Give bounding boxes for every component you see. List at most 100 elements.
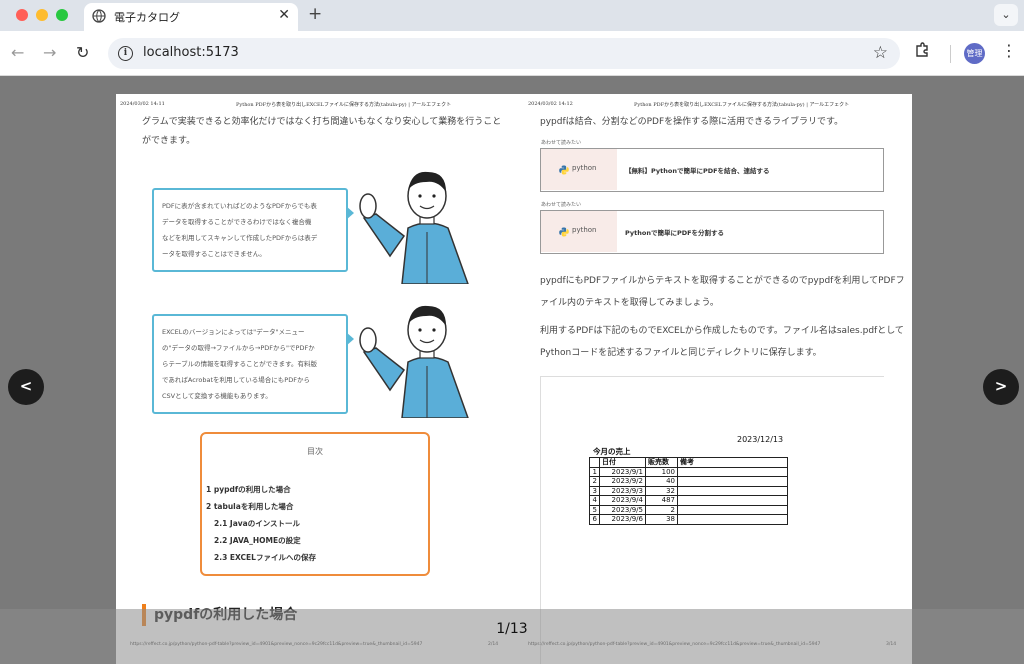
browser-menu-icon[interactable]: ⋮: [1001, 41, 1017, 60]
profile-avatar[interactable]: 管理: [964, 43, 985, 64]
right-page: 2024/03/02 14:12 Python PDFから表を取り出しEXCEL…: [514, 94, 912, 664]
table-cell: 4: [589, 495, 600, 506]
sales-table: 日付 販売数 備考 1 2023/9/1 100 2 2023/9/2 40 3…: [589, 457, 788, 525]
table-cell: [677, 504, 788, 515]
bubble-line: ータを取得することはできません。: [162, 250, 266, 258]
left-intro: グラムで実装できると効率化だけではなく打ち間違いもなくなり安心して業務を行うこと…: [142, 113, 501, 151]
related-link-card[interactable]: あわせて読みたい python Pythonで簡単にPDFを分割する: [540, 201, 884, 254]
link-card-title: 【無料】Pythonで簡単にPDFを結合、連結する: [625, 167, 770, 175]
table-row: 2 2023/9/2 40: [589, 476, 788, 487]
speech-bubble-2: EXCELのバージョンによっては"データ"メニュー の"データの取得→ファイルか…: [152, 314, 354, 414]
reload-button[interactable]: ↻: [76, 43, 89, 62]
table-cell: 40: [645, 476, 678, 487]
table-cell: 6: [589, 514, 600, 525]
globe-icon: [92, 9, 106, 23]
table-cell: 2: [589, 476, 600, 487]
right-paragraph-1: pypdfにもPDFファイルからテキストを取得することができるのでpypdfを利…: [540, 270, 905, 314]
table-row: 3 2023/9/3 32: [589, 485, 788, 496]
link-card-thumbnail: python: [541, 211, 617, 252]
right-header-date: 2024/03/02 14:12: [528, 101, 573, 107]
next-page-button[interactable]: >: [983, 369, 1019, 405]
toc-item[interactable]: 2 tabulaを利用した場合: [206, 501, 293, 512]
python-logo-icon: [559, 165, 569, 175]
url-text[interactable]: localhost:5173: [143, 45, 239, 60]
extensions-icon[interactable]: [914, 42, 930, 58]
tab-close-icon[interactable]: ✕: [278, 7, 290, 23]
link-card-title: Pythonで簡単にPDFを分割する: [625, 229, 725, 237]
table-cell: 487: [645, 495, 678, 506]
bubble-line: であればAcrobatを利用している場合にもPDFから: [162, 376, 310, 384]
sheet-title: 今月の売上: [593, 447, 631, 456]
table-cell: [677, 476, 788, 487]
table-cell: [677, 466, 788, 477]
table-header-cell: 日付: [599, 457, 646, 468]
link-card-label: あわせて読みたい: [541, 139, 585, 146]
tab-active[interactable]: 電子カタログ ✕: [84, 3, 298, 31]
related-link-card[interactable]: あわせて読みたい python 【無料】Pythonで簡単にPDFを結合、連結す…: [540, 139, 884, 192]
bubble-line: などを利用してスキャンして作成したPDFからは表デ: [162, 234, 318, 242]
close-window-button[interactable]: [16, 9, 28, 21]
toc-item[interactable]: 2.3 EXCELファイルへの保存: [214, 552, 316, 563]
bubble-line: CSVとして変換する機能もあります。: [162, 392, 272, 400]
catalog-viewer: 2024/03/02 14:11 Python PDFから表を取り出しEXCEL…: [0, 76, 1024, 664]
bubble-pointer: [346, 332, 354, 346]
table-cell: 2: [645, 504, 678, 515]
table-cell: 2023/9/6: [599, 514, 646, 525]
paragraph-line: 利用するPDFは下記のものでEXCELから作成したものです。ファイル名はsale…: [540, 326, 904, 336]
page-indicator-bar: 1/13: [0, 609, 1024, 664]
paragraph-line: ァイル内のテキストを取得してみましょう。: [540, 298, 719, 308]
toc-item[interactable]: 2.2 JAVA_HOMEの設定: [214, 535, 301, 546]
right-lead: pypdfは結合、分割などのPDFを操作する際に活用できるライブラリです。: [540, 117, 844, 127]
bookmark-star-icon[interactable]: ☆: [873, 43, 888, 63]
bubble-line: EXCELのバージョンによっては"データ"メニュー: [162, 328, 305, 336]
table-cell: 38: [645, 514, 678, 525]
right-header-title: Python PDFから表を取り出しEXCELファイルに保存する方法(tabul…: [634, 102, 850, 108]
bubble-line: データを取得することができるわけではなく複合機: [162, 218, 312, 226]
python-thumb-text: python: [572, 164, 597, 172]
table-cell: 2023/9/3: [599, 485, 646, 496]
maximize-window-button[interactable]: [56, 9, 68, 21]
toc-item[interactable]: 1 pypdfの利用した場合: [206, 484, 291, 495]
toc-title: 目次: [307, 447, 323, 456]
table-cell: [677, 514, 788, 525]
prev-page-button[interactable]: <: [8, 369, 44, 405]
minimize-window-button[interactable]: [36, 9, 48, 21]
left-header-date: 2024/03/02 14:11: [120, 101, 165, 107]
info-icon[interactable]: i: [118, 46, 133, 61]
table-cell: 2023/9/2: [599, 476, 646, 487]
page-indicator: 1/13: [496, 621, 528, 637]
tab-search-button[interactable]: ⌄: [994, 4, 1018, 26]
back-button[interactable]: ←: [11, 43, 24, 62]
intro-line: グラムで実装できると効率化だけではなく打ち間違いもなくなり安心して業務を行うこと: [142, 117, 502, 127]
link-card-thumbnail: python: [541, 149, 617, 190]
toolbar-divider: [950, 45, 951, 63]
tab-title: 電子カタログ: [114, 11, 180, 24]
address-bar[interactable]: i localhost:5173 ☆: [108, 38, 900, 69]
table-of-contents: 目次 1 pypdfの利用した場合 2 tabulaを利用した場合 2.1 Ja…: [200, 432, 430, 576]
new-tab-button[interactable]: +: [308, 4, 322, 24]
browser-toolbar: ← → ↻ i localhost:5173 ☆ 管理 ⋮: [0, 31, 1024, 76]
table-cell: 3: [589, 485, 600, 496]
table-row: 6 2023/9/6 38: [589, 514, 788, 525]
left-header-title: Python PDFから表を取り出しEXCELファイルに保存する方法(tabul…: [236, 102, 452, 108]
tab-bar: 電子カタログ ✕ + ⌄: [0, 0, 1024, 31]
table-cell: [677, 485, 788, 496]
table-row: 4 2023/9/4 487: [589, 495, 788, 506]
python-logo-icon: [559, 227, 569, 237]
table-cell: 32: [645, 485, 678, 496]
person-illustration: [359, 305, 469, 418]
bubble-pointer: [346, 206, 354, 220]
speech-bubble-1: PDFに表が含まれていればどのようなPDFからでも表 データを取得することができ…: [152, 188, 354, 272]
forward-button[interactable]: →: [43, 43, 56, 62]
table-cell: [589, 457, 600, 468]
page-spread: 2024/03/02 14:11 Python PDFから表を取り出しEXCEL…: [116, 94, 912, 664]
toc-item[interactable]: 2.1 Javaのインストール: [214, 518, 300, 529]
left-page: 2024/03/02 14:11 Python PDFから表を取り出しEXCEL…: [116, 94, 514, 664]
bubble-line: らテーブルの情報を取得することができます。有料版: [162, 360, 317, 368]
table-cell: 100: [645, 466, 678, 477]
table-cell: 2023/9/5: [599, 504, 646, 515]
bubble-line: PDFに表が含まれていればどのようなPDFからでも表: [162, 202, 317, 210]
right-paragraph-2: 利用するPDFは下記のものでEXCELから作成したものです。ファイル名はsale…: [540, 320, 904, 364]
bubble-line: の"データの取得→ファイルから→PDFから"でPDFか: [162, 344, 315, 352]
sheet-date: 2023/12/13: [737, 435, 784, 444]
